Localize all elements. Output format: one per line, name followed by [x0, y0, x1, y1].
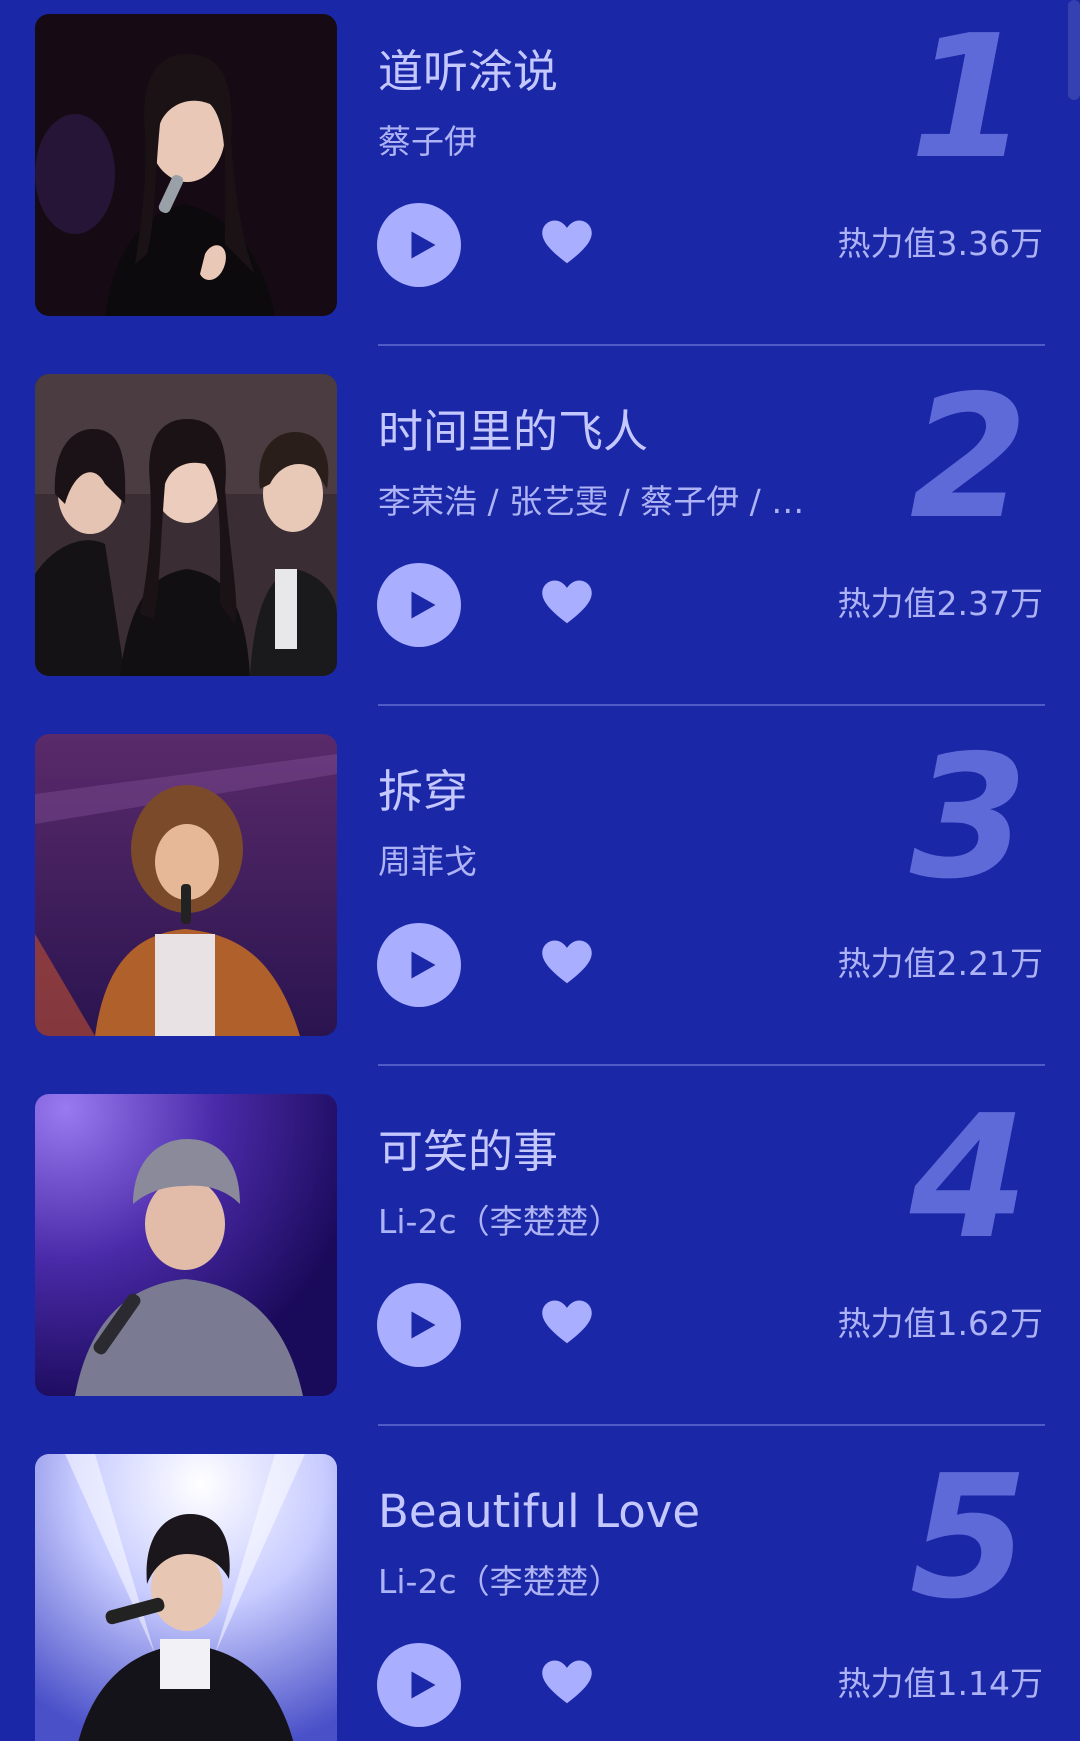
rank-number: 1: [909, 0, 1028, 197]
song-title: 可笑的事: [378, 1125, 559, 1178]
song-row[interactable]: Beautiful Love Li-2c（李楚楚） 5 热力值1.14万: [0, 1440, 1080, 1741]
song-cover-image[interactable]: [35, 14, 337, 316]
song-cover-image[interactable]: [35, 1094, 337, 1396]
song-cover-image[interactable]: [35, 734, 337, 1036]
song-row[interactable]: 可笑的事 Li-2c（李楚楚） 4 热力值1.62万: [0, 1080, 1080, 1440]
song-title: 拆穿: [378, 765, 469, 818]
like-button[interactable]: [540, 216, 594, 270]
heart-icon: [542, 580, 592, 624]
song-title: 时间里的飞人: [378, 405, 649, 458]
play-icon: [411, 591, 436, 619]
rank-number: 2: [909, 359, 1028, 557]
song-artist: 蔡子伊: [378, 122, 477, 161]
heat-value: 热力值3.36万: [837, 224, 1043, 263]
play-button[interactable]: [377, 203, 461, 287]
play-button[interactable]: [377, 1643, 461, 1727]
song-cover-image[interactable]: [35, 1454, 337, 1741]
heat-value: 热力值1.62万: [837, 1304, 1043, 1343]
like-button[interactable]: [540, 1656, 594, 1710]
song-artist: 周菲戈: [378, 842, 477, 881]
heat-value: 热力值2.37万: [837, 584, 1043, 623]
play-icon: [411, 231, 436, 259]
play-button[interactable]: [377, 1283, 461, 1367]
heart-icon: [542, 1660, 592, 1704]
like-button[interactable]: [540, 576, 594, 630]
heart-icon: [542, 220, 592, 264]
play-icon: [411, 1671, 436, 1699]
divider: [378, 344, 1045, 346]
heart-icon: [542, 1300, 592, 1344]
rank-number: 5: [909, 1439, 1028, 1637]
song-title: Beautiful Love: [378, 1485, 701, 1538]
heat-value: 热力值1.14万: [837, 1664, 1043, 1703]
song-row[interactable]: 拆穿 周菲戈 3 热力值2.21万: [0, 720, 1080, 1080]
song-title: 道听涂说: [378, 45, 559, 98]
song-artist: 李荣浩 / 张艺雯 / 蔡子伊 / …: [378, 482, 805, 521]
like-button[interactable]: [540, 1296, 594, 1350]
song-artist: Li-2c（李楚楚）: [378, 1562, 622, 1601]
rank-number: 4: [909, 1079, 1028, 1277]
heart-icon: [542, 940, 592, 984]
play-icon: [411, 1311, 436, 1339]
divider: [378, 1064, 1045, 1066]
rank-number: 3: [909, 719, 1028, 917]
play-icon: [411, 951, 436, 979]
play-button[interactable]: [377, 563, 461, 647]
song-row[interactable]: 道听涂说 蔡子伊 1 热力值3.36万: [0, 0, 1080, 360]
play-button[interactable]: [377, 923, 461, 1007]
song-artist: Li-2c（李楚楚）: [378, 1202, 622, 1241]
divider: [378, 1424, 1045, 1426]
song-cover-image[interactable]: [35, 374, 337, 676]
divider: [378, 704, 1045, 706]
like-button[interactable]: [540, 936, 594, 990]
heat-value: 热力值2.21万: [837, 944, 1043, 983]
song-row[interactable]: 时间里的飞人 李荣浩 / 张艺雯 / 蔡子伊 / … 2 热力值2.37万: [0, 360, 1080, 720]
